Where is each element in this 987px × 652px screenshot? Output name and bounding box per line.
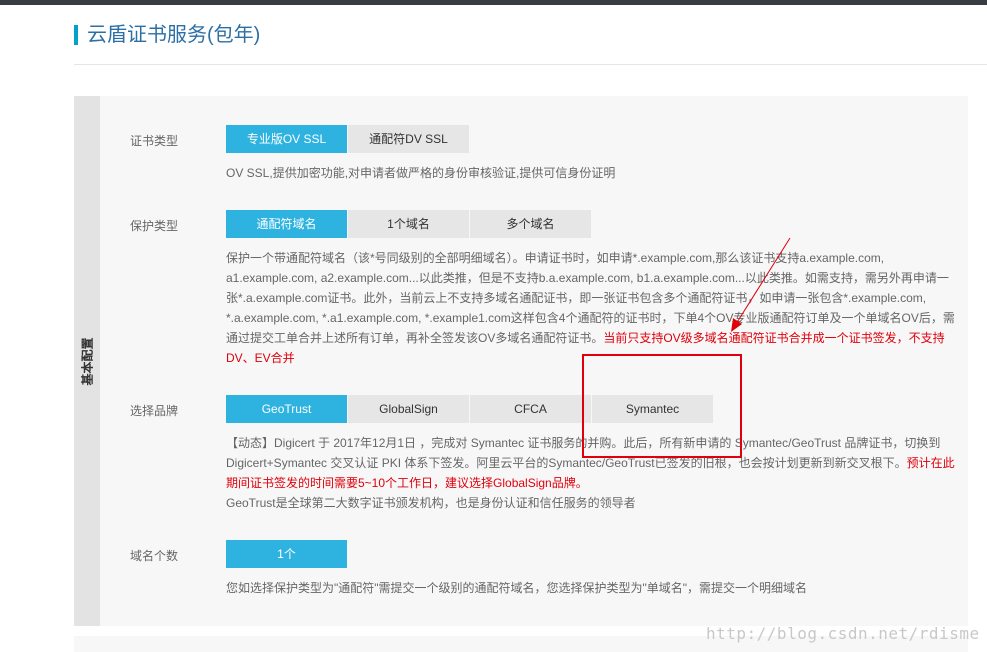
brand-globalsign-button[interactable]: GlobalSign <box>348 395 469 423</box>
protect-type-single-button[interactable]: 1个域名 <box>348 210 469 238</box>
side-tab-label: 基本配置 <box>80 336 95 386</box>
protect-type-wildcard-button[interactable]: 通配符域名 <box>226 210 347 238</box>
protect-type-description: 保护一个带通配符域名（该*号同级别的全部明细域名）。申请证书时，如申请*.exa… <box>226 248 958 368</box>
watermark: http://blog.csdn.net/rdisme <box>706 624 980 643</box>
title-divider <box>74 64 987 65</box>
cert-type-description: OV SSL,提供加密功能,对申请者做严格的身份审核验证,提供可信身份证明 <box>226 166 616 180</box>
cert-type-ov-button[interactable]: 专业版OV SSL <box>226 125 347 153</box>
page-title: 云盾证书服务(包年) <box>87 24 261 46</box>
protect-type-multi-button[interactable]: 多个域名 <box>470 210 591 238</box>
brand-label: 选择品牌 <box>130 404 179 418</box>
domain-count-description: 您如选择保护类型为"通配符"需提交一个级别的通配符域名，您选择保护类型为"单域名… <box>226 581 808 595</box>
side-tab-label-wrap: 基本配置 <box>74 96 100 626</box>
brand-description: GeoTrust是全球第二大数字证书颁发机构，也是身份认证和信任服务的领导者 <box>226 496 636 510</box>
top-nav-bar <box>0 0 987 5</box>
brand-cfca-button[interactable]: CFCA <box>470 395 591 423</box>
domain-count-label: 域名个数 <box>130 549 179 563</box>
annotation-rectangle <box>582 354 742 458</box>
brand-geotrust-button[interactable]: GeoTrust <box>226 395 347 423</box>
cert-type-dv-button[interactable]: 通配符DV SSL <box>348 125 469 153</box>
title-accent-bar <box>74 25 78 45</box>
cert-type-label: 证书类型 <box>130 134 179 148</box>
domain-count-button[interactable]: 1个 <box>226 540 347 568</box>
protect-type-label: 保护类型 <box>130 219 179 233</box>
